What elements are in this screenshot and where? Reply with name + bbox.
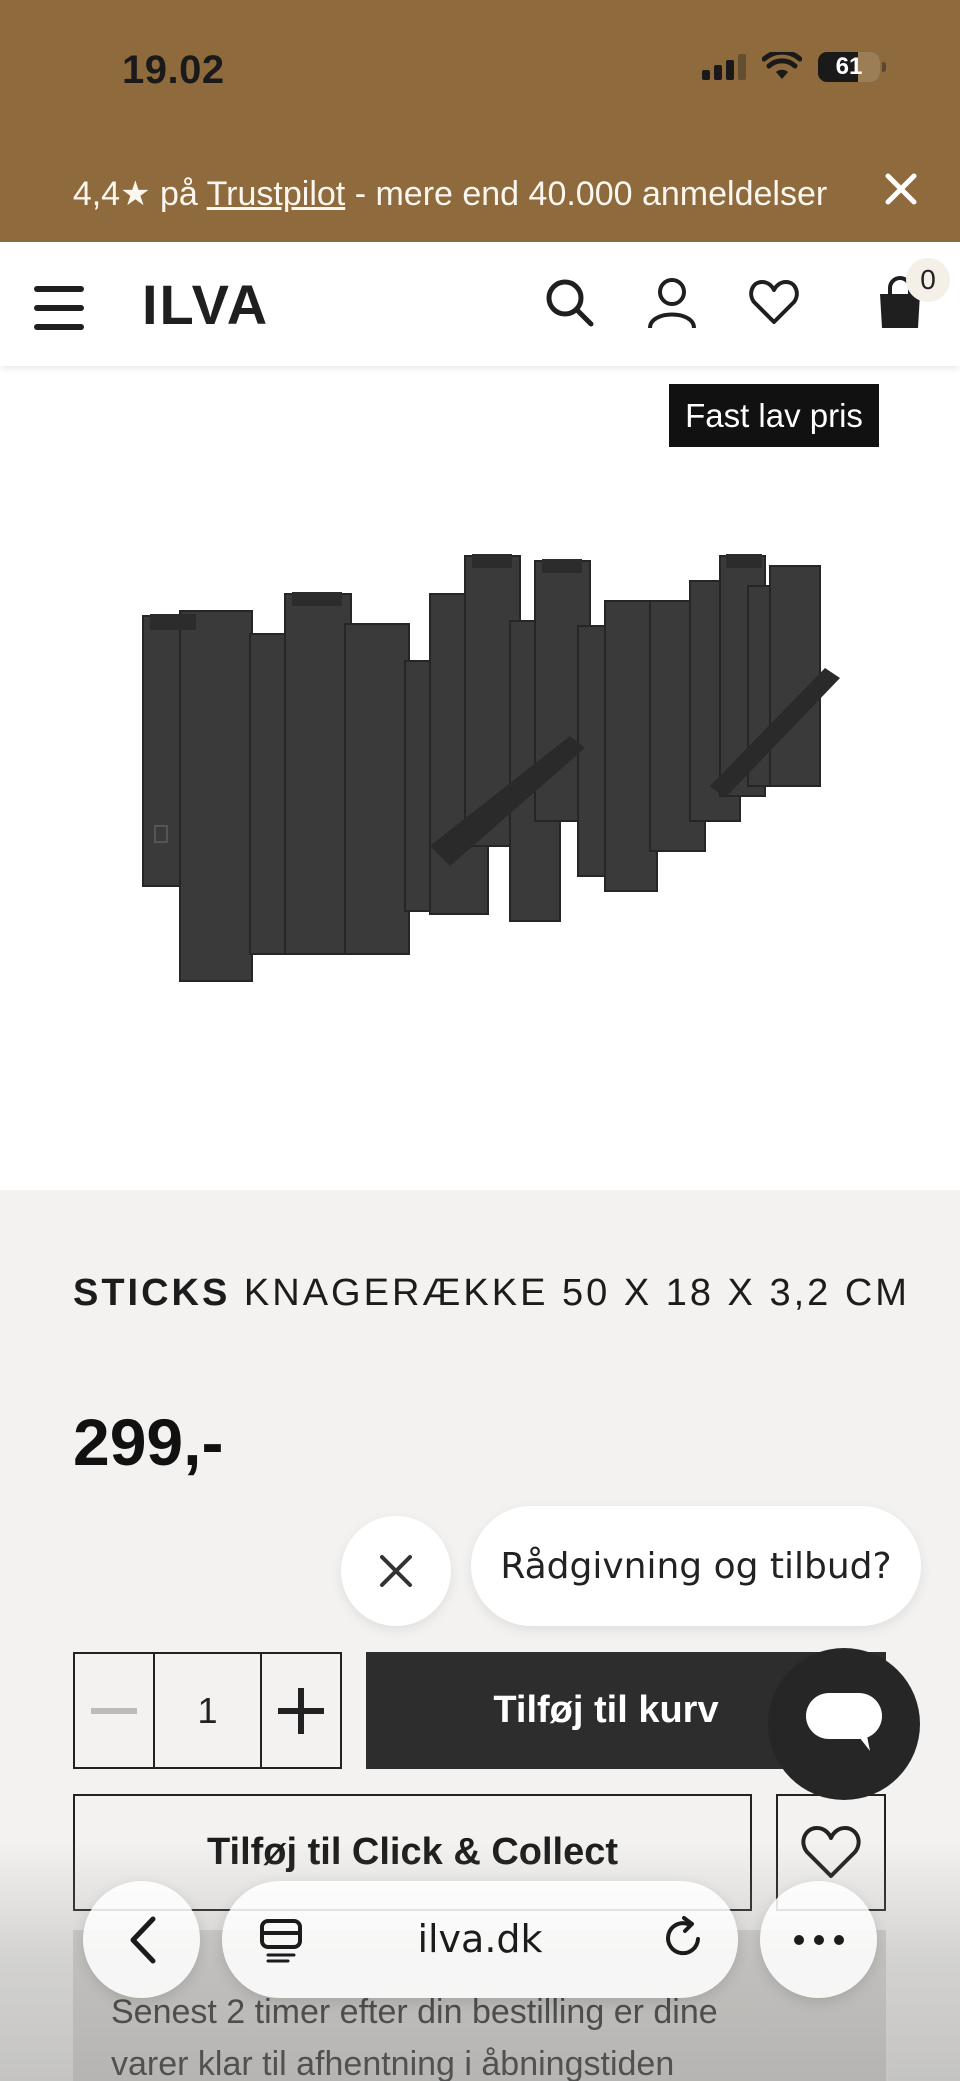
chat-button[interactable] xyxy=(768,1648,920,1800)
ilva-logo[interactable]: ILVA xyxy=(142,274,292,334)
cart-count-badge: 0 xyxy=(906,258,950,302)
decrease-quantity-button[interactable] xyxy=(75,1654,153,1767)
menu-button[interactable] xyxy=(34,286,88,330)
chevron-left-icon xyxy=(130,1916,155,1963)
close-icon xyxy=(380,1555,412,1587)
trust-reviews: - mere end 40.000 anmeldelser xyxy=(354,175,828,213)
product-brand: STICKS xyxy=(73,1272,231,1314)
product-image-area xyxy=(0,366,960,1190)
chat-prompt-bubble[interactable]: Rådgivning og tilbud? xyxy=(471,1506,921,1626)
svg-text:ILVA: ILVA xyxy=(142,274,269,334)
quantity-value[interactable]: 1 xyxy=(152,1654,263,1767)
product-price: 299,- xyxy=(73,1405,224,1479)
more-dot xyxy=(833,1934,844,1945)
wifi-icon xyxy=(762,52,802,79)
reload-icon[interactable] xyxy=(660,1915,706,1961)
status-time: 19.02 xyxy=(122,48,225,92)
battery-icon: 61 xyxy=(818,52,886,82)
chat-icon xyxy=(806,1693,882,1751)
account-icon[interactable] xyxy=(644,274,700,330)
trust-banner: 4,4★ på Trustpilot - mere end 40.000 anm… xyxy=(0,140,960,242)
battery-level: 61 xyxy=(835,53,863,80)
chat-close-button[interactable] xyxy=(341,1516,451,1626)
increase-quantity-button[interactable] xyxy=(262,1654,340,1767)
more-dot xyxy=(793,1934,804,1945)
quantity-stepper: 1 xyxy=(73,1652,342,1769)
plus-icon xyxy=(278,1687,325,1734)
product-name: KNAGERÆKKE 50 X 18 X 3,2 CM xyxy=(243,1272,910,1314)
price-badge: Fast lav pris xyxy=(669,384,879,447)
heart-icon[interactable] xyxy=(746,274,802,330)
close-icon[interactable] xyxy=(878,166,924,212)
status-bar: 19.02 61 xyxy=(0,0,960,140)
search-icon[interactable] xyxy=(541,274,597,330)
site-header: ILVA xyxy=(0,242,960,366)
browser-address-bar[interactable]: ilva.dk xyxy=(222,1881,738,1998)
minus-icon xyxy=(90,1707,137,1714)
browser-more-button[interactable] xyxy=(760,1881,877,1998)
product-image[interactable] xyxy=(0,366,960,1190)
heart-icon xyxy=(801,1825,861,1878)
browser-back-button[interactable] xyxy=(83,1881,200,1998)
trustpilot-link[interactable]: Trustpilot xyxy=(207,175,346,213)
signal-icon xyxy=(702,54,746,80)
info-line-2: varer klar til afhentning i åbningstiden xyxy=(111,2045,675,2081)
status-icons: 61 xyxy=(702,52,886,82)
trust-text: 4,4★ på Trustpilot - mere end 40.000 anm… xyxy=(0,174,900,214)
product-title: STICKS KNAGERÆKKE 50 X 18 X 3,2 CM xyxy=(73,1272,910,1315)
trust-rating: 4,4★ på xyxy=(72,175,198,213)
more-dot xyxy=(813,1934,824,1945)
